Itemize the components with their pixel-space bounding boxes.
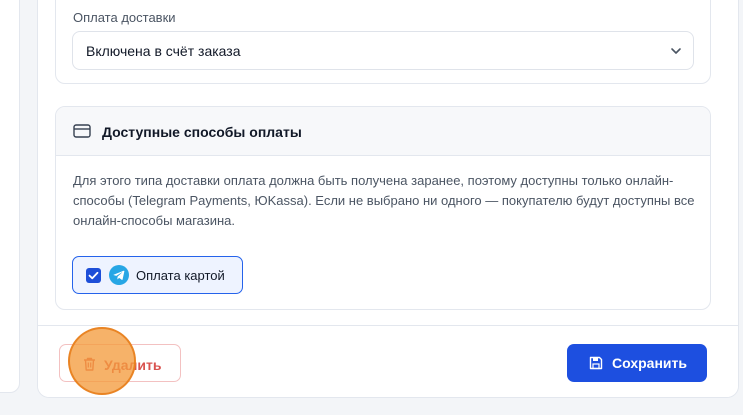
save-icon	[589, 356, 603, 370]
delivery-payment-value: Включена в счёт заказа	[86, 42, 241, 59]
payment-methods-title: Доступные способы оплаты	[102, 124, 302, 140]
telegram-icon	[109, 265, 129, 285]
payment-methods-description: Для этого типа доставки оплата должна бы…	[73, 173, 695, 228]
save-button-label: Сохранить	[612, 355, 687, 371]
payment-method-checkbox[interactable]	[86, 268, 101, 283]
credit-card-icon	[73, 124, 91, 138]
delivery-payment-card: Оплата доставки Включена в счёт заказа	[55, 0, 711, 84]
background-panel	[0, 0, 20, 393]
modal-footer: Удалить Сохранить	[38, 325, 738, 397]
payment-methods-header: Доступные способы оплаты	[56, 107, 710, 156]
delete-button[interactable]: Удалить	[59, 344, 181, 382]
check-icon	[88, 271, 99, 280]
payment-method-label: Оплата картой	[136, 268, 225, 283]
payment-methods-card: Доступные способы оплаты Для этого типа …	[55, 106, 711, 310]
delivery-payment-label: Оплата доставки	[73, 10, 176, 25]
delivery-settings-modal: Оплата доставки Включена в счёт заказа Д…	[37, 0, 739, 398]
chevron-down-icon	[671, 48, 681, 54]
save-button[interactable]: Сохранить	[567, 344, 707, 382]
payment-method-card[interactable]: Оплата картой	[72, 256, 243, 294]
delivery-payment-select[interactable]: Включена в счёт заказа	[72, 31, 694, 70]
delete-button-label: Удалить	[104, 357, 162, 373]
trash-icon	[84, 357, 95, 371]
